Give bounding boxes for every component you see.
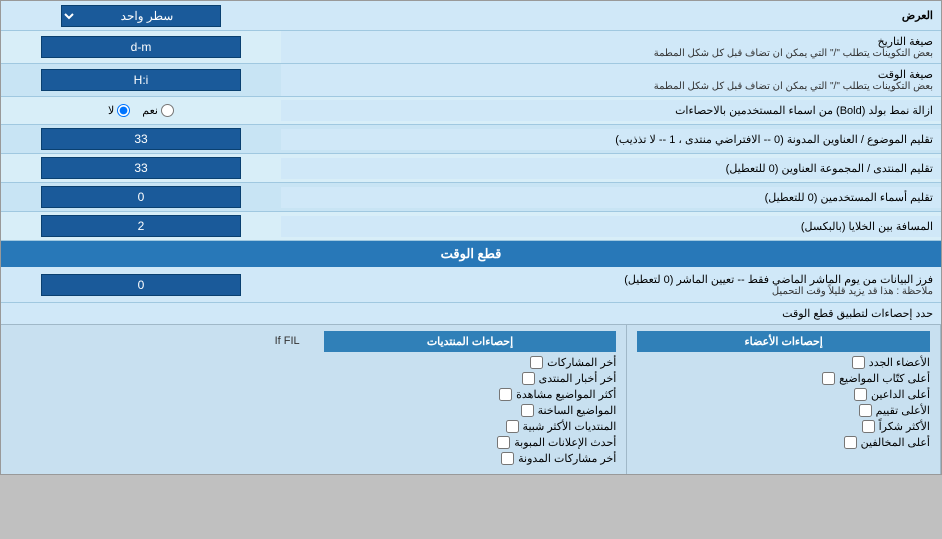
limit-row: حدد إحصاءات لتطبيق قطع الوقت [1,303,941,324]
date-format-row: صيغة التاريخ بعض التكوينات يتطلب "/" الت… [1,31,941,64]
time-format-label: صيغة الوقت بعض التكوينات يتطلب "/" التي … [281,64,941,96]
usernames-trim-row: تقليم أسماء المستخدمين (0 للتعطيل) [1,183,941,212]
time-format-row: صيغة الوقت بعض التكوينات يتطلب "/" التي … [1,64,941,97]
cb-new-members-input[interactable] [852,356,865,369]
forums-col-header: إحصاءات المنتديات [324,331,617,352]
header-label: العرض [281,5,941,26]
checkbox-col-forums: إحصاءات المنتديات أخر المشاركات أخر أخبا… [314,325,628,474]
forum-addresses-input[interactable] [41,157,241,179]
main-container: العرض سطر واحد صيغة التاريخ بعض التكوينا… [0,0,942,475]
if-fil-text: If FIL [11,331,304,351]
cb-top-violators[interactable]: أعلى المخالفين [637,436,930,449]
cb-top-writers-input[interactable] [822,372,835,385]
cb-hot-topics[interactable]: المواضيع الساخنة [324,404,617,417]
cell-spacing-label: المسافة بين الخلايا (بالبكسل) [281,216,941,237]
radio-no-label[interactable]: لا [108,104,130,117]
radio-yes-label[interactable]: نعم [142,104,174,117]
time-cut-section-header: قطع الوقت [1,241,941,267]
cb-top-inviters[interactable]: أعلى الداعين [637,388,930,401]
time-format-input[interactable] [41,69,241,91]
topics-count-row: تقليم الموضوع / العناوين المدونة (0 -- ا… [1,125,941,154]
cb-hot-topics-input[interactable] [521,404,534,417]
time-cut-row: فرز البيانات من يوم الماشر الماضي فقط --… [1,267,941,303]
date-format-input[interactable] [41,36,241,58]
checkbox-col-members: إحصاءات الأعضاء الأعضاء الجدد أعلى كتّاب… [627,325,941,474]
cell-spacing-input-cell[interactable] [1,212,281,240]
cb-latest-ads[interactable]: أحدث الإعلانات المبوبة [324,436,617,449]
bold-remove-radio-group: نعم لا [108,104,174,117]
topics-count-input-cell[interactable] [1,125,281,153]
time-cut-input-cell[interactable] [1,271,281,299]
cb-blog-posts-input[interactable] [501,452,514,465]
cb-top-rated-input[interactable] [859,404,872,417]
forum-addresses-input-cell[interactable] [1,154,281,182]
time-format-input-cell[interactable] [1,66,281,94]
cb-most-thanked[interactable]: الأكثر شكراً [637,420,930,433]
cell-spacing-input[interactable] [41,215,241,237]
header-row: العرض سطر واحد [1,1,941,31]
cb-new-members[interactable]: الأعضاء الجدد [637,356,930,369]
checkboxes-container: إحصاءات الأعضاء الأعضاء الجدد أعلى كتّاب… [1,324,941,474]
usernames-trim-input[interactable] [41,186,241,208]
time-cut-label: فرز البيانات من يوم الماشر الماضي فقط --… [281,269,941,301]
header-dropdown[interactable]: سطر واحد [61,5,221,27]
topics-count-label: تقليم الموضوع / العناوين المدونة (0 -- ا… [281,129,941,150]
cb-top-inviters-input[interactable] [854,388,867,401]
limit-label: حدد إحصاءات لتطبيق قطع الوقت [9,307,933,320]
members-col-header: إحصاءات الأعضاء [637,331,930,352]
cb-top-violators-input[interactable] [844,436,857,449]
cb-last-news-input[interactable] [522,372,535,385]
cell-spacing-row: المسافة بين الخلايا (بالبكسل) [1,212,941,241]
forum-addresses-label: تقليم المنتدى / المجموعة العناوين (0 للت… [281,158,941,179]
time-cut-input[interactable] [41,274,241,296]
cb-most-viewed-input[interactable] [499,388,512,401]
cb-latest-ads-input[interactable] [497,436,510,449]
forum-addresses-row: تقليم المنتدى / المجموعة العناوين (0 للت… [1,154,941,183]
cb-top-writers[interactable]: أعلى كتّاب المواضيع [637,372,930,385]
date-format-input-cell[interactable] [1,33,281,61]
cb-most-similar-input[interactable] [506,420,519,433]
radio-no[interactable] [117,104,130,117]
usernames-trim-label: تقليم أسماء المستخدمين (0 للتعطيل) [281,187,941,208]
cb-last-news[interactable]: أخر أخبار المنتدى [324,372,617,385]
date-format-label: صيغة التاريخ بعض التكوينات يتطلب "/" الت… [281,31,941,63]
cb-blog-posts[interactable]: أخر مشاركات المدونة [324,452,617,465]
cb-most-viewed[interactable]: أكثر المواضيع مشاهدة [324,388,617,401]
bold-remove-label: ازالة نمط بولد (Bold) من اسماء المستخدمي… [281,100,941,121]
cb-last-posts[interactable]: أخر المشاركات [324,356,617,369]
radio-yes[interactable] [161,104,174,117]
usernames-trim-input-cell[interactable] [1,183,281,211]
header-dropdown-cell[interactable]: سطر واحد [1,2,281,30]
cb-most-thanked-input[interactable] [862,420,875,433]
cb-last-posts-input[interactable] [530,356,543,369]
cb-most-similar[interactable]: المنتديات الأكثر شبية [324,420,617,433]
bold-remove-row: ازالة نمط بولد (Bold) من اسماء المستخدمي… [1,97,941,125]
topics-count-input[interactable] [41,128,241,150]
cb-top-rated[interactable]: الأعلى تقييم [637,404,930,417]
checkbox-col-empty: If FIL [1,325,314,474]
bold-remove-radio-cell[interactable]: نعم لا [1,101,281,120]
